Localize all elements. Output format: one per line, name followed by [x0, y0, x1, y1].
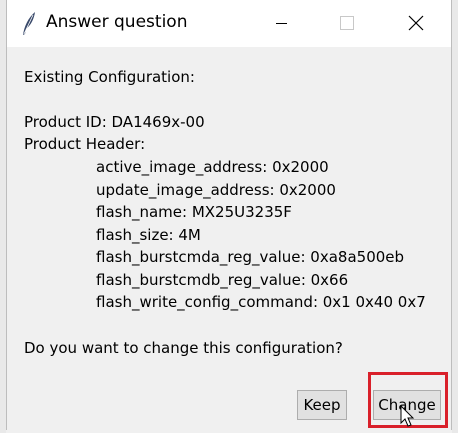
header-field: flash_write_config_command: 0x1 0x40 0x7 [96, 293, 426, 311]
window-title: Answer question [46, 12, 188, 32]
header-field: flash_name: MX25U3235F [96, 203, 292, 221]
keep-button[interactable]: Keep [297, 390, 347, 420]
answer-question-dialog: Answer question Existing Configuration: … [6, 0, 452, 430]
title-bar[interactable]: Answer question [7, 0, 451, 47]
mouse-pointer-icon [400, 404, 418, 429]
header-field: update_image_address: 0x2000 [96, 181, 336, 199]
question-text: Do you want to change this configuration… [24, 339, 343, 357]
close-icon[interactable] [393, 0, 439, 47]
product-header-label: Product Header: [24, 135, 146, 153]
background-window-right [452, 0, 458, 433]
intro-text: Existing Configuration: [24, 68, 195, 86]
header-field: active_image_address: 0x2000 [96, 158, 329, 176]
header-field: flash_size: 4M [96, 226, 201, 244]
product-id-text: Product ID: DA1469x-00 [24, 113, 205, 131]
header-field: flash_burstcmda_reg_value: 0xa8a500eb [96, 248, 405, 266]
minimize-icon[interactable] [259, 0, 305, 47]
feather-icon [20, 10, 38, 36]
header-field: flash_burstcmdb_reg_value: 0x66 [96, 271, 349, 289]
maximize-icon[interactable] [323, 0, 369, 47]
